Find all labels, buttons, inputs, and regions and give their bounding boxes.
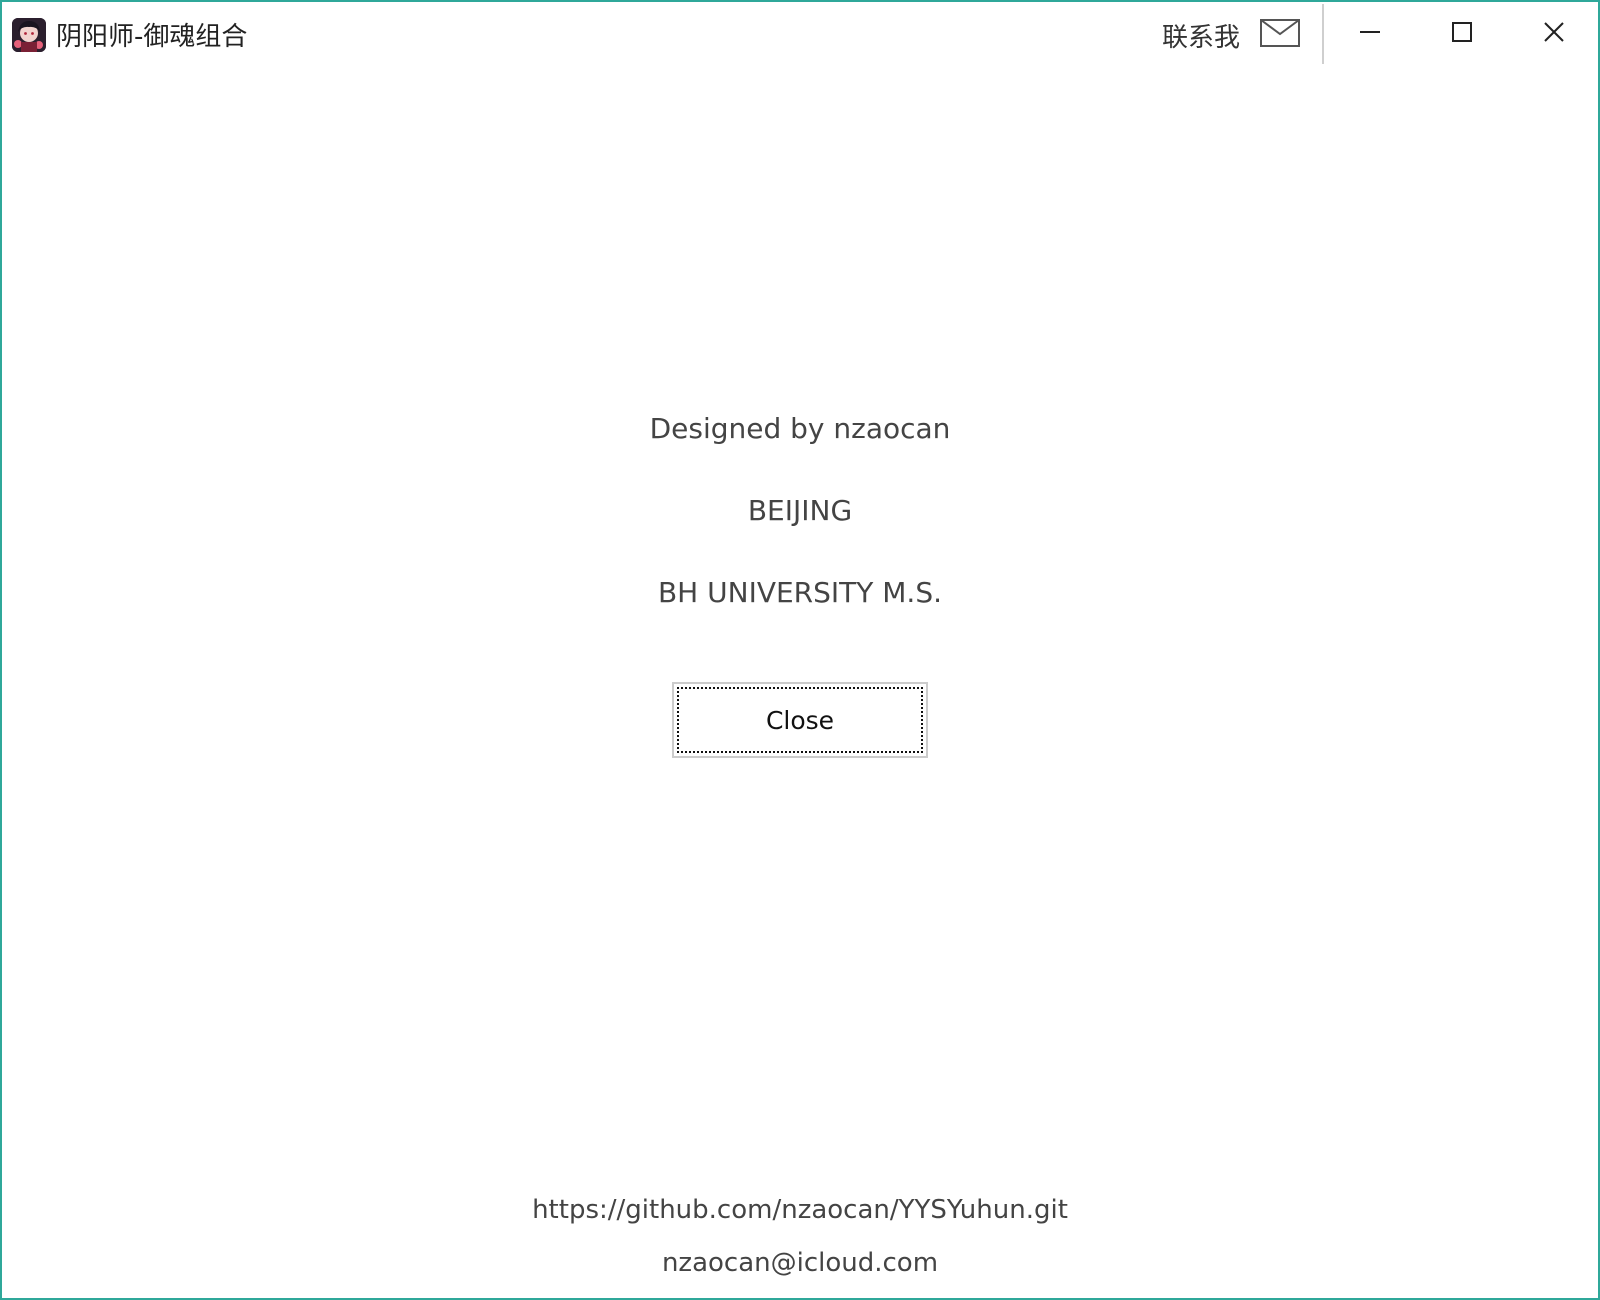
university-text: BH UNIVERSITY M.S. — [657, 576, 943, 609]
city-text: BEIJING — [747, 494, 853, 527]
designer-credit: Designed by nzaocan — [649, 412, 951, 445]
about-content: Designed by nzaocan BEIJING BH UNIVERSIT… — [2, 2, 1598, 1298]
about-window: 阴阳师-御魂组合 联系我 Designed by nzaocan BEIJING… — [0, 0, 1600, 1300]
close-button-label: Close — [677, 687, 923, 753]
close-button[interactable]: Close — [672, 682, 928, 758]
email-link[interactable]: nzaocan@icloud.com — [2, 1248, 1598, 1278]
repo-link[interactable]: https://github.com/nzaocan/YYSYuhun.git — [2, 1195, 1598, 1225]
